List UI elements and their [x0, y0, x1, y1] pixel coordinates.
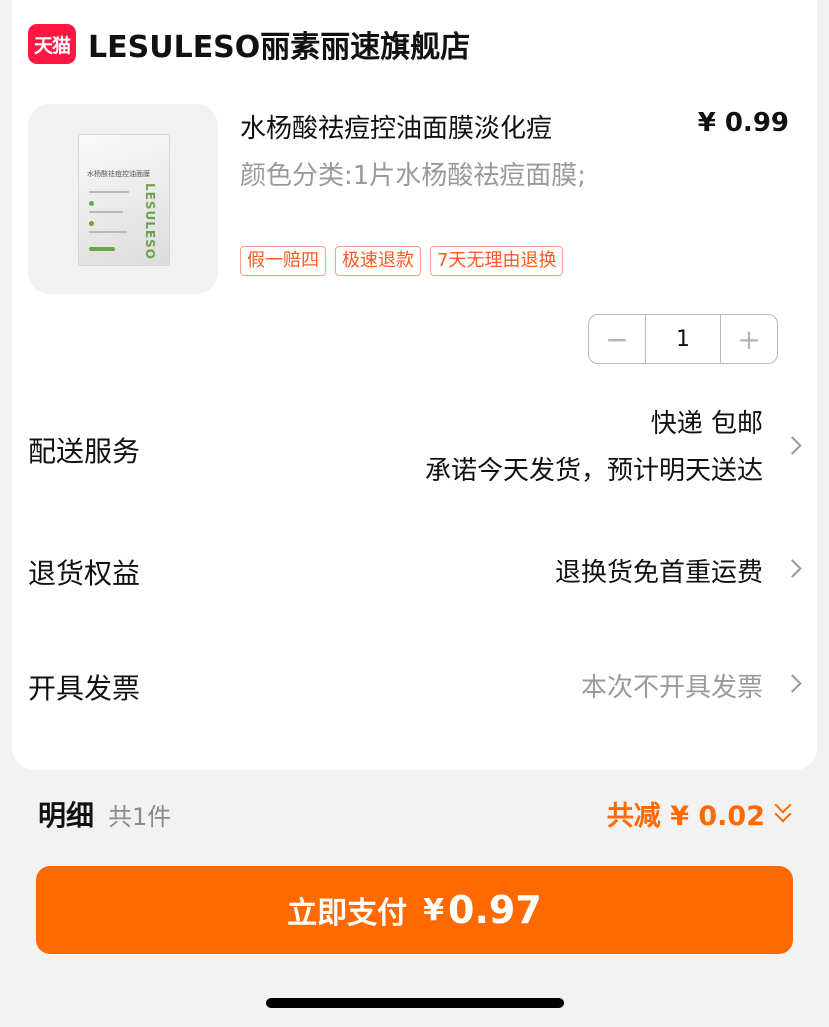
- mask-package-image: 水杨酸祛痘控油面膜 LESULESO: [78, 134, 170, 266]
- product-price: ¥ 0.99: [697, 108, 789, 138]
- invoice-label: 开具发票: [28, 672, 141, 705]
- delivery-method[interactable]: 快递 包邮: [651, 403, 763, 440]
- returns-value[interactable]: 退换货免首重运费: [555, 552, 763, 589]
- package-decoration: [89, 247, 115, 251]
- returns-label: 退货权益: [28, 557, 141, 590]
- shop-header[interactable]: 天猫 LESULESO丽素丽速旗舰店: [28, 22, 470, 66]
- pay-button-label: 立即支付: [287, 896, 408, 931]
- minus-icon[interactable]: −: [589, 315, 645, 363]
- package-decoration: [89, 201, 94, 206]
- pay-now-button[interactable]: 立即支付 ¥ 0.97: [36, 866, 793, 954]
- tag-fast-refund: 极速退款: [335, 246, 421, 276]
- service-tags: 假一赔四 极速退款 7天无理由退换: [240, 246, 564, 276]
- package-title-text: 水杨酸祛痘控油面膜: [87, 170, 150, 178]
- quantity-stepper: − 1 +: [588, 314, 778, 364]
- plus-icon[interactable]: +: [721, 315, 777, 363]
- discount-total[interactable]: 共减 ¥ 0.02: [607, 794, 765, 833]
- tag-fake-compensation: 假一赔四: [240, 246, 326, 276]
- product-title[interactable]: 水杨酸祛痘控油面膜淡化痘: [240, 108, 552, 145]
- product-sku[interactable]: 颜色分类:1片水杨酸祛痘面膜;: [240, 157, 600, 196]
- tag-seven-day-return: 7天无理由退换: [430, 246, 564, 276]
- package-decoration: [89, 231, 127, 233]
- item-count: 共1件: [108, 803, 172, 831]
- currency-symbol: ¥: [423, 892, 445, 928]
- package-brand-text: LESULESO: [143, 183, 157, 260]
- pay-amount: 0.97: [448, 888, 542, 932]
- tmall-logo-icon: 天猫: [28, 24, 76, 64]
- detail-label[interactable]: 明细: [38, 794, 94, 834]
- delivery-label: 配送服务: [28, 435, 141, 468]
- invoice-value[interactable]: 本次不开具发票: [581, 667, 763, 704]
- home-indicator[interactable]: [266, 998, 564, 1008]
- shop-name[interactable]: LESULESO丽素丽速旗舰店: [88, 22, 470, 66]
- package-decoration: [89, 191, 129, 193]
- package-decoration: [89, 211, 123, 213]
- product-image[interactable]: 水杨酸祛痘控油面膜 LESULESO: [28, 104, 218, 294]
- package-decoration: [89, 221, 94, 226]
- quantity-value[interactable]: 1: [645, 315, 721, 363]
- delivery-promise[interactable]: 承诺今天发货，预计明天送达: [425, 450, 763, 487]
